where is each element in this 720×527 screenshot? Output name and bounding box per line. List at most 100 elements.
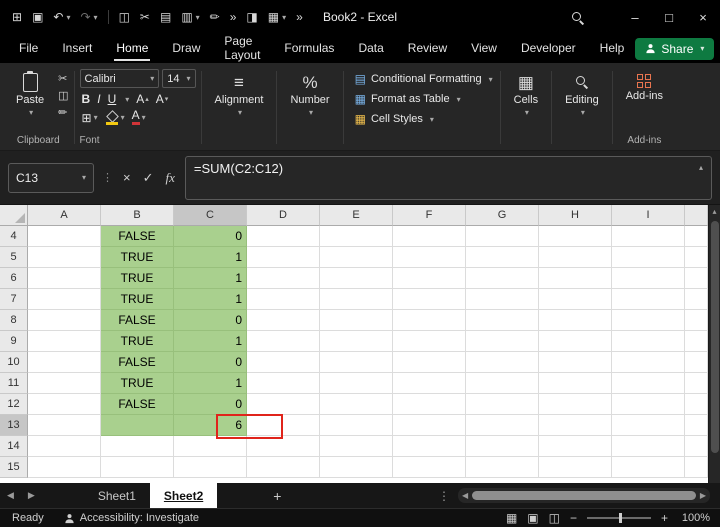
column-header-I[interactable]: I — [612, 205, 685, 226]
cell-A4[interactable] — [28, 226, 101, 247]
clipboard-icon[interactable]: ▤ — [156, 8, 175, 26]
scroll-left-icon[interactable]: ◀ — [458, 491, 472, 500]
bold-button[interactable]: B — [82, 92, 91, 106]
cell-B6[interactable]: TRUE — [101, 268, 174, 289]
overflow-icon[interactable]: » — [292, 8, 307, 26]
page-break-view-button[interactable]: ◫ — [549, 511, 560, 525]
cell-x4[interactable] — [685, 226, 708, 247]
cell-D8[interactable] — [247, 310, 320, 331]
cell-H12[interactable] — [539, 394, 612, 415]
sheet-options-icon[interactable]: ⋮ — [430, 489, 458, 503]
save-icon[interactable]: ▣ — [28, 8, 47, 26]
cell-E14[interactable] — [320, 436, 393, 457]
cell-I11[interactable] — [612, 373, 685, 394]
cell-H11[interactable] — [539, 373, 612, 394]
cell-D4[interactable] — [247, 226, 320, 247]
cell-I14[interactable] — [612, 436, 685, 457]
format-as-table-button[interactable]: ▦ Format as Table ▾ — [353, 89, 463, 109]
cell-B9[interactable]: TRUE — [101, 331, 174, 352]
cell-C15[interactable] — [174, 457, 247, 478]
cell-G13[interactable] — [466, 415, 539, 436]
enter-button[interactable]: ✓ — [141, 170, 156, 186]
cell-D6[interactable] — [247, 268, 320, 289]
cell-A9[interactable] — [28, 331, 101, 352]
cell-H13[interactable] — [539, 415, 612, 436]
cell-G12[interactable] — [466, 394, 539, 415]
horizontal-scroll-thumb[interactable] — [472, 491, 696, 500]
cell-I10[interactable] — [612, 352, 685, 373]
column-header-F[interactable]: F — [393, 205, 466, 226]
cell-I13[interactable] — [612, 415, 685, 436]
share-button[interactable]: Share ▾ — [635, 37, 715, 60]
cell-E12[interactable] — [320, 394, 393, 415]
cell-B15[interactable] — [101, 457, 174, 478]
cell-x13[interactable] — [685, 415, 708, 436]
cell-C4[interactable]: 0 — [174, 226, 247, 247]
row-header-8[interactable]: 8 — [0, 310, 28, 331]
tab-file[interactable]: File — [8, 35, 49, 62]
row-header-5[interactable]: 5 — [0, 247, 28, 268]
cell-F15[interactable] — [393, 457, 466, 478]
cell-x6[interactable] — [685, 268, 708, 289]
tab-data[interactable]: Data — [347, 35, 394, 62]
accessibility-status[interactable]: Accessibility: Investigate — [80, 512, 199, 524]
cell-F10[interactable] — [393, 352, 466, 373]
cell-B8[interactable]: FALSE — [101, 310, 174, 331]
cell-x12[interactable] — [685, 394, 708, 415]
column-header-C[interactable]: C — [174, 205, 247, 226]
cell-G9[interactable] — [466, 331, 539, 352]
chart-icon[interactable]: ▥ ▾ — [177, 8, 203, 26]
cell-C10[interactable]: 0 — [174, 352, 247, 373]
column-header-E[interactable]: E — [320, 205, 393, 226]
cell-E9[interactable] — [320, 331, 393, 352]
row-header-15[interactable]: 15 — [0, 457, 28, 478]
cell-G11[interactable] — [466, 373, 539, 394]
cell-G5[interactable] — [466, 247, 539, 268]
cell-x5[interactable] — [685, 247, 708, 268]
cell-A14[interactable] — [28, 436, 101, 457]
cell-E7[interactable] — [320, 289, 393, 310]
cell-H4[interactable] — [539, 226, 612, 247]
alignment-button[interactable]: ≡ Alignment ▾ — [207, 69, 272, 118]
cell-H6[interactable] — [539, 268, 612, 289]
maximize-button[interactable]: □ — [652, 0, 686, 34]
cell-H8[interactable] — [539, 310, 612, 331]
sheet-nav-right-icon[interactable]: ▶ — [21, 490, 42, 501]
cell-F7[interactable] — [393, 289, 466, 310]
sheet-tab-sheet1[interactable]: Sheet1 — [84, 483, 150, 508]
select-all-corner[interactable] — [0, 205, 28, 226]
cell-x14[interactable] — [685, 436, 708, 457]
cell-E5[interactable] — [320, 247, 393, 268]
table-icon[interactable]: ▦ ▾ — [264, 8, 290, 26]
cell-I8[interactable] — [612, 310, 685, 331]
cell-F9[interactable] — [393, 331, 466, 352]
cell-x10[interactable] — [685, 352, 708, 373]
cells-button[interactable]: ▦ Cells ▾ — [506, 69, 546, 118]
tab-view[interactable]: View — [460, 35, 508, 62]
copy-button[interactable]: ◫ — [58, 90, 68, 102]
font-name-select[interactable]: Calibri ▾ — [79, 69, 160, 88]
name-box[interactable]: C13 ▾ — [8, 162, 94, 193]
cut-icon[interactable]: ✂ — [136, 8, 154, 26]
cell-x7[interactable] — [685, 289, 708, 310]
normal-view-button[interactable]: ▦ — [506, 511, 517, 525]
row-header-12[interactable]: 12 — [0, 394, 28, 415]
tab-developer[interactable]: Developer — [510, 35, 587, 62]
cell-H5[interactable] — [539, 247, 612, 268]
cell-A6[interactable] — [28, 268, 101, 289]
cell-H14[interactable] — [539, 436, 612, 457]
formula-bar-drag-handle-icon[interactable]: ⋮ — [102, 171, 113, 184]
format-painter-icon[interactable]: ✏ — [206, 8, 224, 26]
cell-F8[interactable] — [393, 310, 466, 331]
camera-icon[interactable]: ◨ — [242, 8, 261, 26]
cell-D12[interactable] — [247, 394, 320, 415]
editing-button[interactable]: Editing ▾ — [557, 69, 607, 117]
cell-C5[interactable]: 1 — [174, 247, 247, 268]
font-size-select[interactable]: 14 ▾ — [162, 69, 196, 88]
cell-G6[interactable] — [466, 268, 539, 289]
column-header-B[interactable]: B — [101, 205, 174, 226]
cell-F5[interactable] — [393, 247, 466, 268]
formula-input[interactable]: =SUM(C2:C12) ▴ — [184, 155, 712, 200]
vertical-scrollbar[interactable]: ▴ — [708, 205, 720, 483]
zoom-in-button[interactable]: + — [661, 511, 668, 525]
